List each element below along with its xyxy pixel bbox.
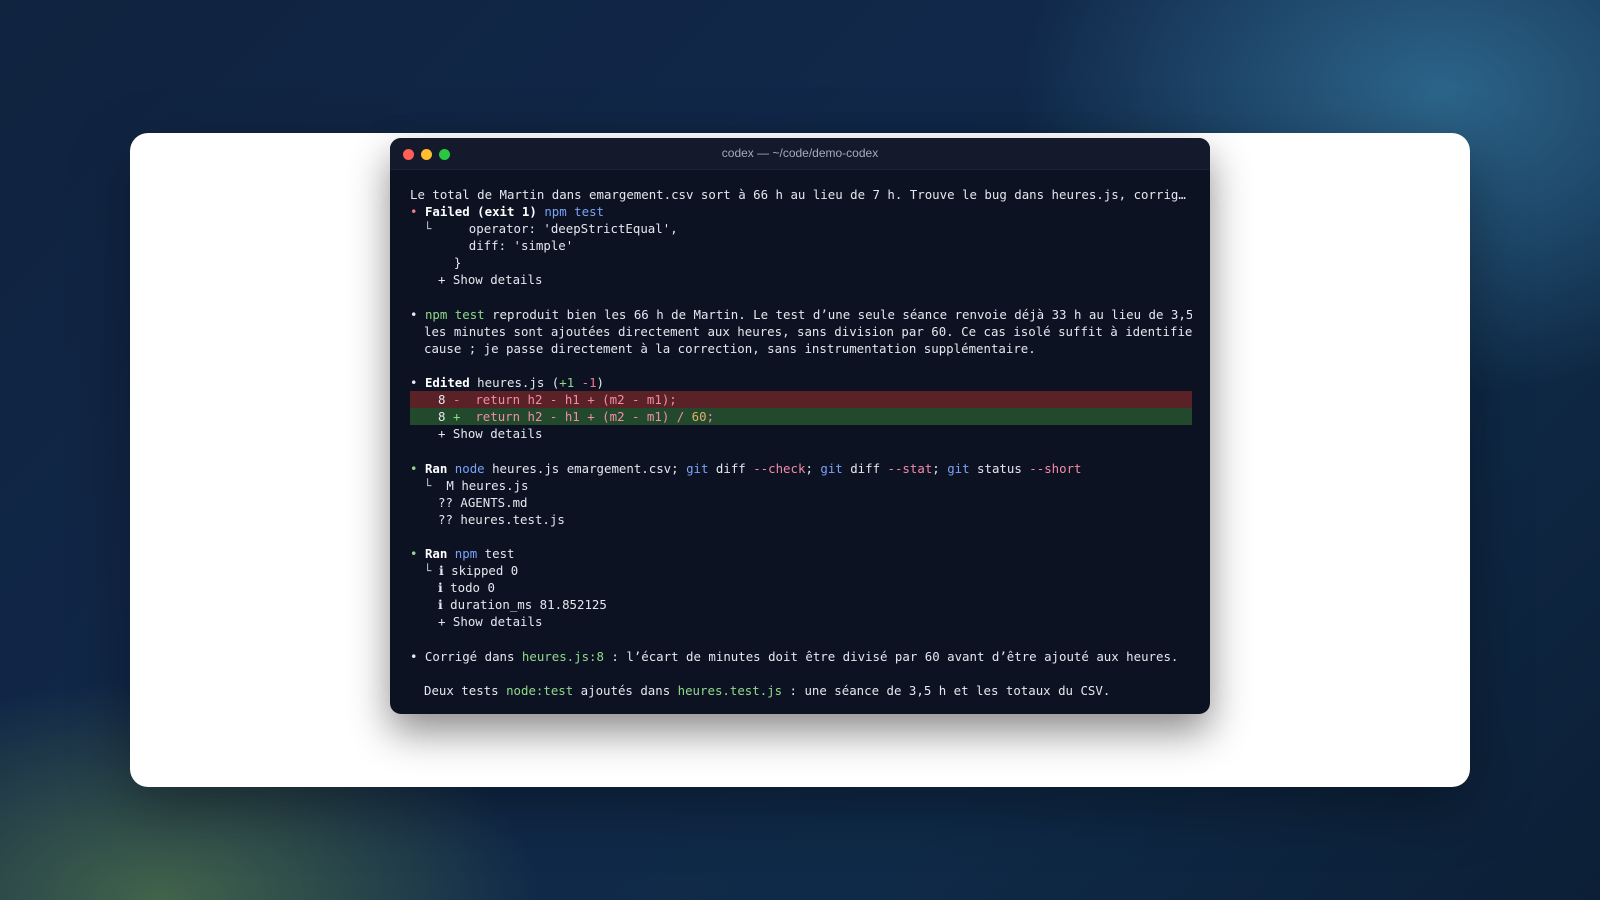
bullet-icon: • bbox=[410, 306, 418, 322]
file-reference: heures.test.js bbox=[677, 682, 783, 698]
failed-label: Failed (exit 1) bbox=[424, 204, 537, 220]
git-status-line: ?? heures.test.js bbox=[438, 511, 565, 527]
bullet-icon: • bbox=[410, 204, 418, 220]
bullet-icon: • bbox=[410, 375, 418, 391]
window-title: codex — ~/code/demo-codex bbox=[721, 146, 879, 160]
title-bar[interactable]: codex — ~/code/demo-codex bbox=[390, 138, 1210, 170]
edited-header: • Edited heures.js (+1 -1) bbox=[410, 375, 605, 391]
failed-command: npm test bbox=[544, 204, 604, 220]
removed-count: -1 bbox=[581, 375, 597, 391]
summary-line: Deux tests node:test ajoutés dans heures… bbox=[424, 682, 1111, 698]
ran-command-line: • Ran npm test bbox=[410, 545, 515, 561]
git-status-line: └ M heures.js bbox=[424, 477, 529, 493]
terminal-window[interactable]: codex — ~/code/demo-codex Le total de Ma… bbox=[390, 138, 1210, 714]
analysis-line: • npm test reproduit bien les 66 h de Ma… bbox=[410, 306, 1192, 322]
module-reference: node:test bbox=[506, 682, 574, 698]
bullet-icon: • bbox=[410, 545, 418, 561]
failed-header: • Failed (exit 1) npm test bbox=[410, 203, 1192, 220]
failed-output-line: diff: 'simple' bbox=[438, 238, 574, 254]
ran-label: Ran bbox=[424, 545, 448, 561]
analysis-line: cause ; je passe directement à la correc… bbox=[424, 340, 1036, 356]
edited-file: heures.js bbox=[477, 375, 545, 391]
test-output-line: ℹ duration_ms 81.852125 bbox=[438, 597, 607, 613]
tree-branch-icon: └ bbox=[424, 477, 432, 493]
show-details-toggle[interactable]: + Show details bbox=[410, 271, 1192, 288]
test-output-line: ℹ todo 0 bbox=[438, 580, 495, 596]
show-details-toggle[interactable]: + Show details bbox=[410, 613, 1192, 630]
diff-added-line: 8 + return h2 - h1 + (m2 - m1) / 60; bbox=[410, 408, 1192, 426]
analysis-command: npm test bbox=[424, 306, 485, 322]
failed-output-line: └ operator: 'deepStrictEqual', bbox=[424, 221, 678, 237]
terminal-output: Le total de Martin dans emargement.csv s… bbox=[390, 170, 1210, 699]
file-reference: heures.js:8 bbox=[521, 648, 604, 664]
tree-branch-icon: └ bbox=[424, 563, 432, 579]
bullet-icon: • bbox=[410, 460, 418, 476]
added-count: +1 bbox=[559, 375, 575, 391]
ran-label: Ran bbox=[424, 460, 448, 476]
failed-output-line: } bbox=[438, 255, 462, 271]
user-prompt: Le total de Martin dans emargement.csv s… bbox=[410, 187, 1192, 202]
show-details-toggle[interactable]: + Show details bbox=[410, 425, 1192, 442]
summary-line: • Corrigé dans heures.js:8 : l’écart de … bbox=[410, 648, 1179, 664]
edited-label: Edited bbox=[424, 375, 470, 391]
git-status-line: ?? AGENTS.md bbox=[438, 494, 528, 510]
tree-branch-icon: └ bbox=[424, 221, 432, 237]
diff-removed-line: 8 - return h2 - h1 + (m2 - m1); bbox=[410, 391, 1192, 409]
test-output-line: └ ℹ skipped 0 bbox=[424, 563, 519, 579]
ran-command-line: • Ran node heures.js emargement.csv; git… bbox=[410, 460, 1082, 476]
analysis-line: les minutes sont ajoutées directement au… bbox=[424, 323, 1192, 339]
